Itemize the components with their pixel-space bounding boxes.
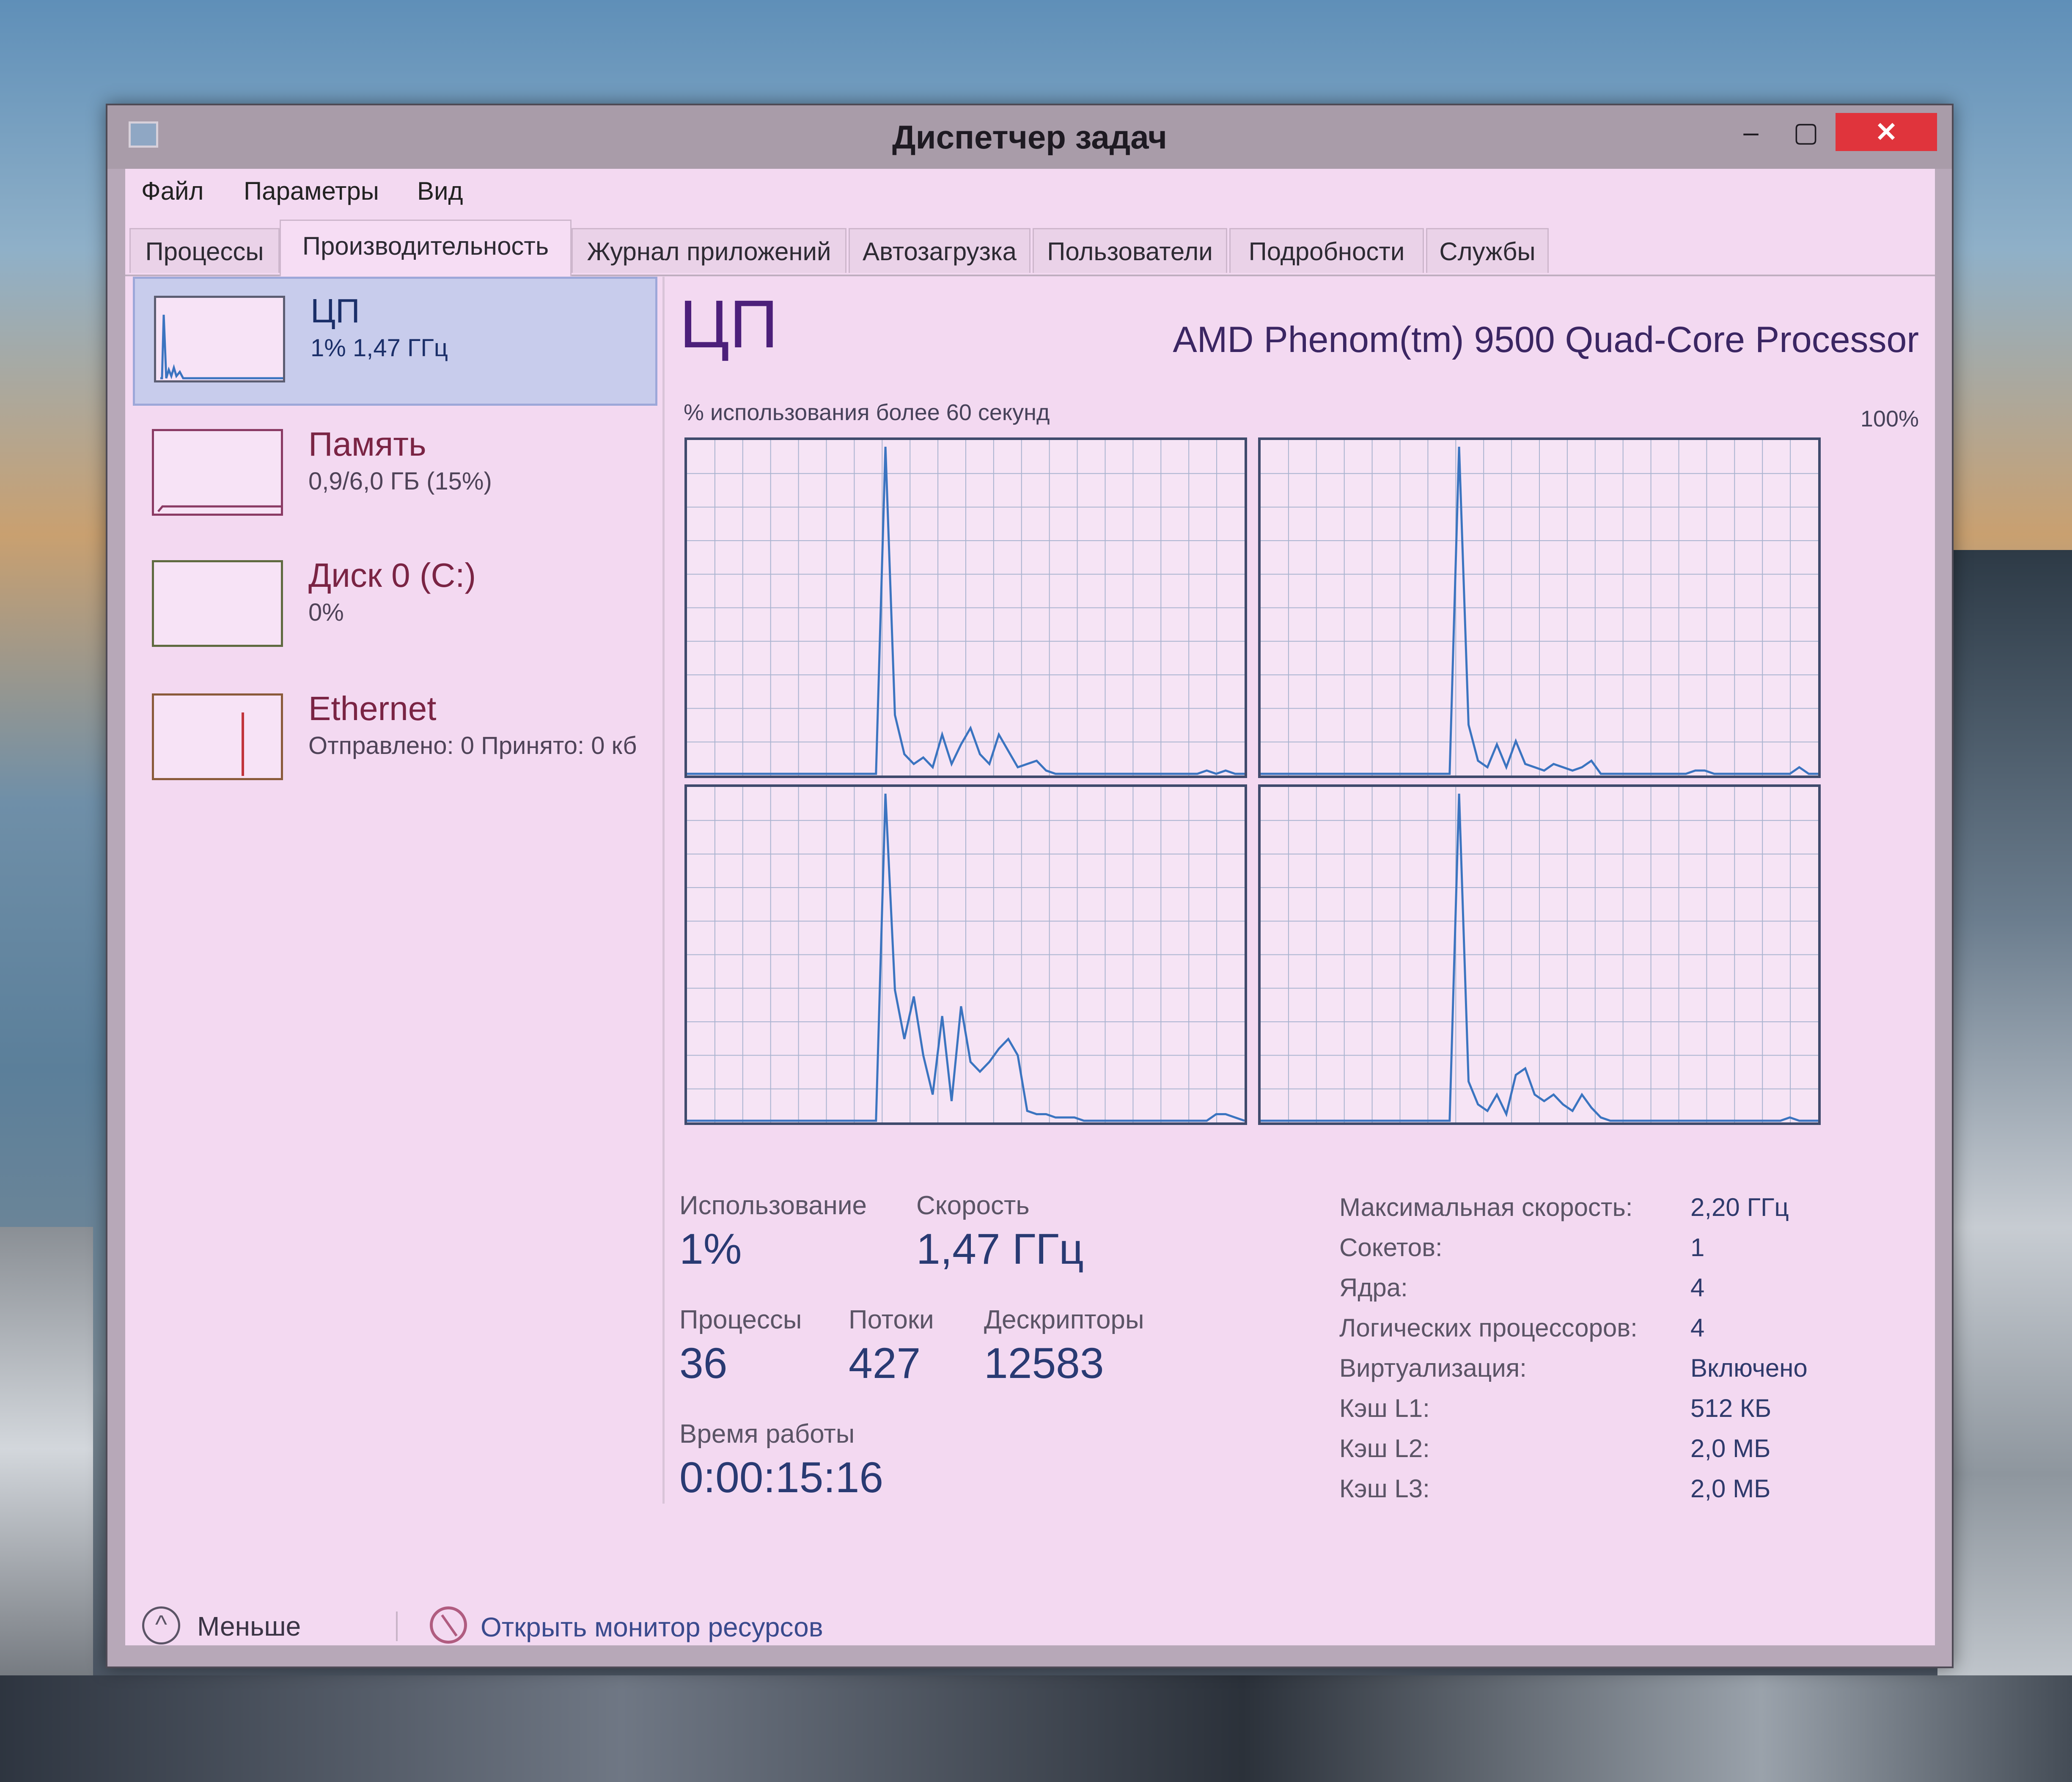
resource-list: ЦП 1% 1,47 ГГц Память 0,9/6,0 ГБ (15%) Д…: [125, 277, 665, 1504]
menu-view[interactable]: Вид: [417, 176, 463, 206]
title-bar[interactable]: Диспетчер задач – ▢ ✕: [107, 105, 1952, 169]
tab-users[interactable]: Пользователи: [1033, 228, 1227, 273]
resource-name: Диск 0 (C:): [308, 556, 476, 594]
cpu-thumbnail-graph: [154, 296, 285, 382]
spec-l2-cache-label: Кэш L2:: [1339, 1434, 1430, 1463]
cpu-heading: ЦП: [679, 286, 778, 362]
resource-item-cpu[interactable]: ЦП 1% 1,47 ГГц: [133, 277, 657, 406]
spec-logical-processors-label: Логических процессоров:: [1339, 1314, 1638, 1342]
task-manager-window: Диспетчер задач – ▢ ✕ Файл Параметры Вид…: [106, 104, 1954, 1668]
tab-app-history[interactable]: Журнал приложений: [572, 228, 846, 273]
spec-virtualization-value: Включено: [1690, 1354, 1808, 1382]
spec-cores-label: Ядра:: [1339, 1273, 1408, 1302]
resource-name: Память: [308, 425, 426, 463]
spec-max-speed-value: 2,20 ГГц: [1690, 1193, 1789, 1221]
menu-bar: Файл Параметры Вид: [125, 169, 1935, 211]
threads-label: Потоки: [849, 1305, 934, 1334]
spec-l2-cache-value: 2,0 МБ: [1690, 1434, 1771, 1463]
spec-virtualization-label: Виртуализация:: [1339, 1354, 1527, 1382]
resource-detail: 1% 1,47 ГГц: [311, 334, 448, 362]
spec-sockets-label: Сокетов:: [1339, 1233, 1443, 1262]
handles-value: 12583: [984, 1339, 1104, 1387]
processes-label: Процессы: [679, 1305, 802, 1334]
tab-details[interactable]: Подробности: [1229, 228, 1424, 273]
speed-value: 1,47 ГГц: [916, 1225, 1084, 1273]
fewer-details-button[interactable]: Меньше: [197, 1611, 301, 1642]
menu-options[interactable]: Параметры: [244, 176, 379, 206]
resource-name: Ethernet: [308, 690, 437, 727]
resource-item-memory[interactable]: Память 0,9/6,0 ГБ (15%): [133, 412, 657, 541]
cpu-core-3-graph: [1258, 784, 1821, 1125]
tab-bar: Процессы Производительность Журнал прило…: [125, 211, 1935, 276]
graph-caption: % использования более 60 секунд: [684, 400, 1050, 425]
minimize-button[interactable]: –: [1728, 113, 1774, 151]
window-title: Диспетчер задач: [892, 118, 1167, 156]
resource-item-ethernet[interactable]: Ethernet Отправлено: 0 Принято: 0 кб: [133, 676, 657, 806]
tab-services[interactable]: Службы: [1426, 228, 1549, 273]
resource-name: ЦП: [311, 292, 360, 330]
disk-thumbnail-graph: [152, 560, 283, 647]
desktop-background-city: [1937, 550, 2072, 1782]
cpu-core-0-graph: [684, 437, 1247, 778]
chevron-up-icon[interactable]: ^: [142, 1606, 180, 1644]
desktop-background-bottom: [0, 1675, 2072, 1782]
uptime-label: Время работы: [679, 1419, 855, 1449]
window-client-area: Файл Параметры Вид Процессы Производител…: [125, 169, 1935, 1645]
resource-monitor-icon[interactable]: [430, 1606, 467, 1644]
footer-divider: [396, 1612, 398, 1641]
tab-startup[interactable]: Автозагрузка: [849, 228, 1031, 273]
threads-value: 427: [849, 1339, 921, 1387]
spec-l3-cache-value: 2,0 МБ: [1690, 1474, 1771, 1503]
spec-logical-processors-value: 4: [1690, 1314, 1705, 1342]
handles-label: Дескрипторы: [984, 1305, 1144, 1334]
usage-label: Использование: [679, 1191, 867, 1220]
menu-file[interactable]: Файл: [141, 176, 204, 206]
resource-detail: 0,9/6,0 ГБ (15%): [308, 468, 492, 495]
resource-detail: Отправлено: 0 Принято: 0 кб: [308, 732, 637, 759]
uptime-value: 0:00:15:16: [679, 1453, 884, 1502]
spec-max-speed-label: Максимальная скорость:: [1339, 1193, 1633, 1221]
open-resource-monitor-link[interactable]: Открыть монитор ресурсов: [481, 1612, 823, 1643]
ethernet-thumbnail-graph: [152, 693, 283, 780]
processes-value: 36: [679, 1339, 728, 1387]
graph-max-label: 100%: [1860, 406, 1919, 432]
usage-value: 1%: [679, 1225, 742, 1273]
spec-cores-value: 4: [1690, 1273, 1705, 1302]
spec-l1-cache-value: 512 КБ: [1690, 1394, 1772, 1422]
tab-performance[interactable]: Производительность: [280, 220, 572, 276]
spec-sockets-value: 1: [1690, 1233, 1705, 1262]
cpu-core-2-graph: [684, 784, 1247, 1125]
cpu-model-name: AMD Phenom(tm) 9500 Quad-Core Processor: [1173, 319, 1919, 360]
tab-processes[interactable]: Процессы: [129, 228, 280, 273]
footer-bar: ^ Меньше Открыть монитор ресурсов: [125, 1606, 1935, 1645]
maximize-button[interactable]: ▢: [1783, 113, 1829, 151]
memory-thumbnail-graph: [152, 429, 283, 516]
cpu-detail-pane: ЦП AMD Phenom(tm) 9500 Quad-Core Process…: [679, 277, 1923, 1504]
spec-l3-cache-label: Кэш L3:: [1339, 1474, 1430, 1503]
resource-item-disk[interactable]: Диск 0 (C:) 0%: [133, 543, 657, 672]
spec-l1-cache-label: Кэш L1:: [1339, 1394, 1430, 1422]
resource-detail: 0%: [308, 599, 344, 626]
speed-label: Скорость: [916, 1191, 1030, 1220]
cpu-core-1-graph: [1258, 437, 1821, 778]
close-button[interactable]: ✕: [1836, 113, 1937, 151]
